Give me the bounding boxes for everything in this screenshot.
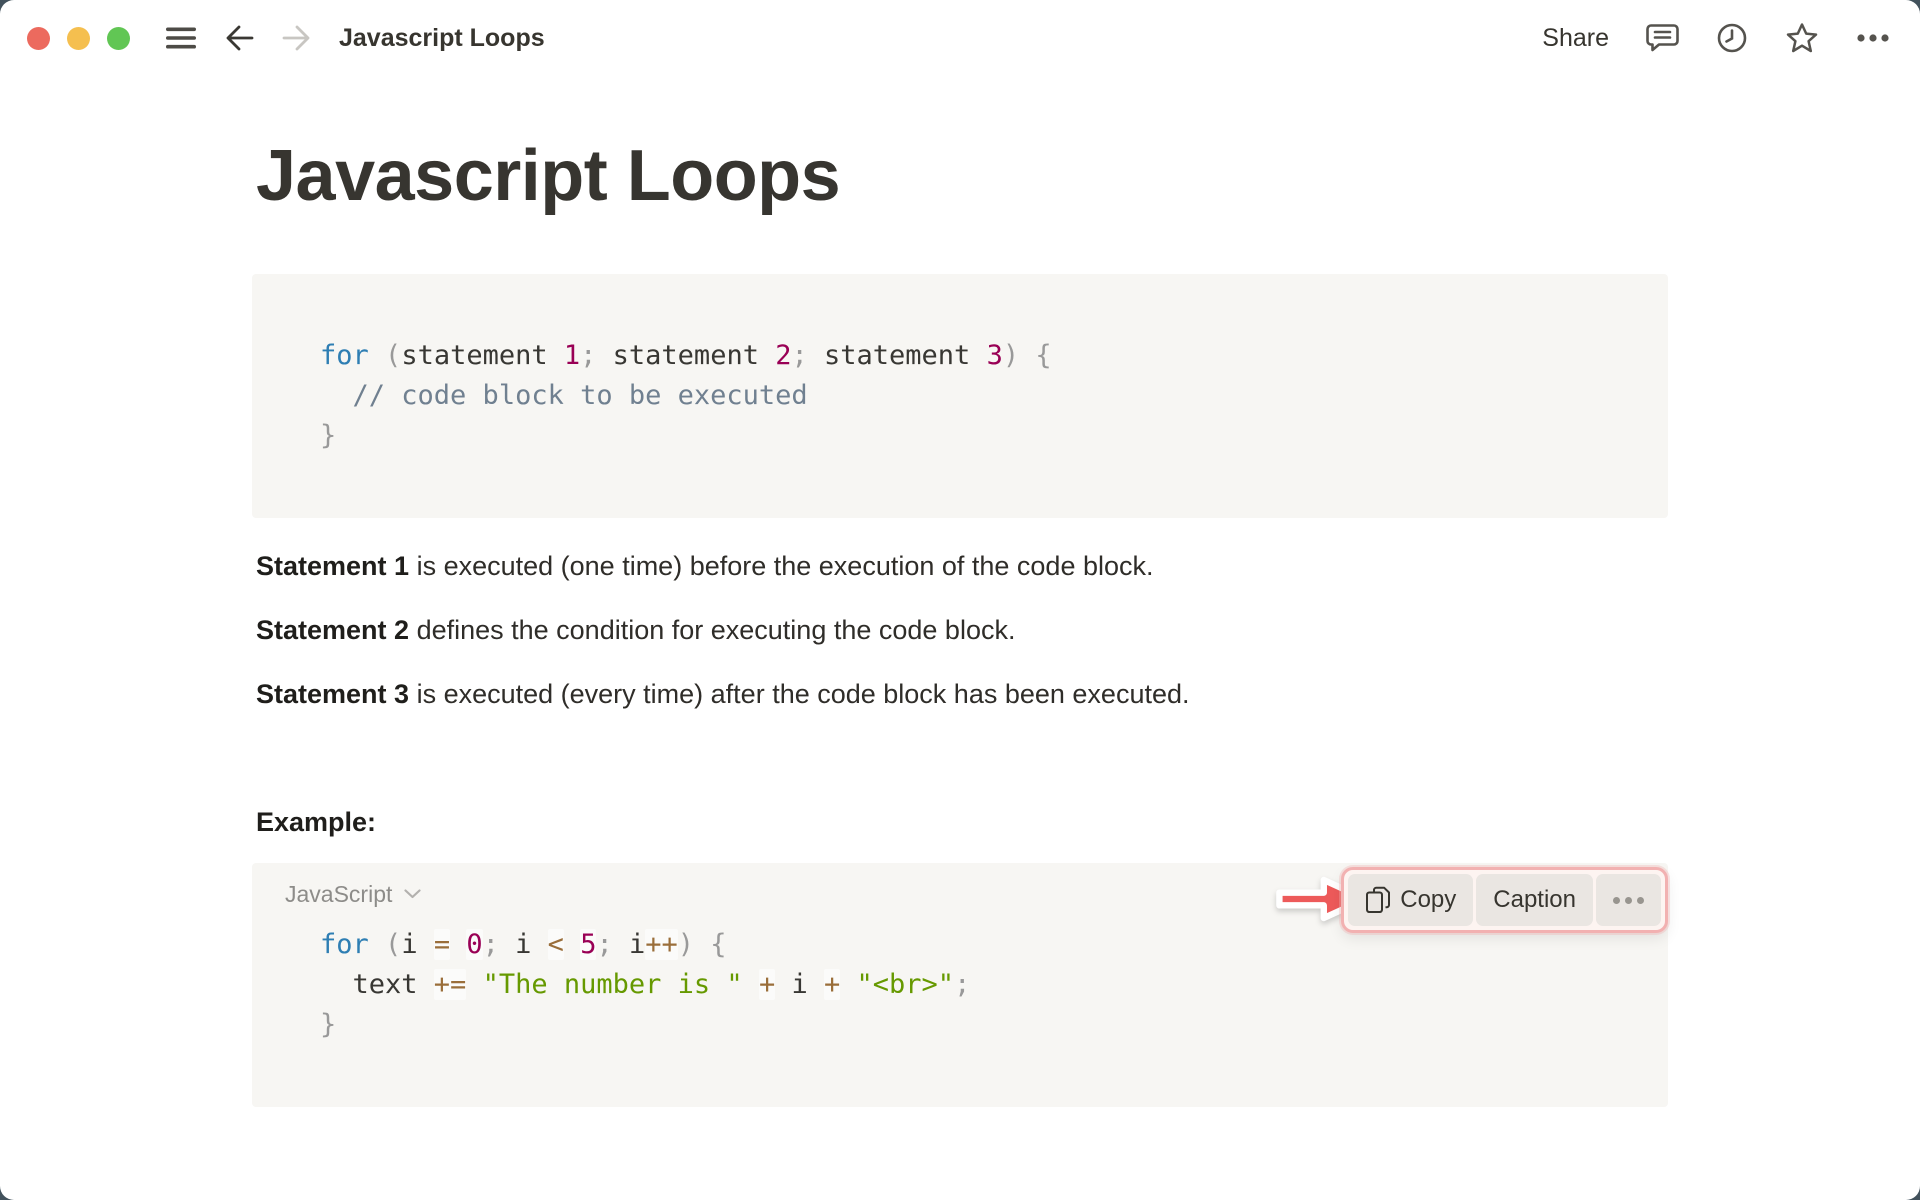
chevron-down-icon <box>404 889 421 899</box>
body-paragraphs: Statement 1 is executed (one time) befor… <box>252 550 1668 711</box>
paragraph-statement-3: Statement 3 is executed (every time) aft… <box>256 678 1668 711</box>
titlebar-actions: Share <box>1542 22 1890 54</box>
code-text: for (i = 0; i < 5; i++) { text += "The n… <box>252 909 1668 1107</box>
clock-icon <box>1716 22 1748 54</box>
copy-icon <box>1365 886 1391 914</box>
paragraph-text: is executed (every time) after the code … <box>409 679 1189 709</box>
forward-button[interactable] <box>281 23 313 53</box>
minimize-button[interactable] <box>67 27 90 50</box>
caption-label: Caption <box>1493 886 1576 914</box>
star-icon <box>1785 22 1819 54</box>
app-window: Javascript Loops Share <box>0 0 1920 1200</box>
toolbar-highlight-box: Copy Caption <box>1341 867 1668 933</box>
example-heading: Example: <box>256 806 1668 839</box>
paragraph-text: defines the condition for executing the … <box>409 615 1015 645</box>
arrow-left-icon <box>223 23 255 53</box>
example-code-block[interactable]: JavaScript for (i = 0; i < 5; i++) { tex… <box>252 863 1668 1107</box>
caption-button[interactable]: Caption <box>1476 874 1593 926</box>
language-label: JavaScript <box>285 879 392 909</box>
more-options-button[interactable] <box>1856 33 1890 43</box>
back-button[interactable] <box>223 23 255 53</box>
bold-term: Statement 3 <box>256 679 409 709</box>
arrow-right-icon <box>281 23 313 53</box>
share-button[interactable]: Share <box>1542 24 1609 53</box>
page-title: Javascript Loops <box>256 138 1668 214</box>
copy-button[interactable]: Copy <box>1348 874 1473 926</box>
bold-term: Statement 2 <box>256 615 409 645</box>
comments-button[interactable] <box>1646 22 1679 54</box>
code-text: for (statement 1; statement 2; statement… <box>252 274 1668 518</box>
ellipsis-icon <box>1856 33 1890 43</box>
desktop-backdrop: { "colors": { "backdrop": "#42525c", "co… <box>0 0 1920 1200</box>
window-controls <box>27 27 130 50</box>
toolbar-more-button[interactable] <box>1596 874 1661 926</box>
paragraph-statement-2: Statement 2 defines the condition for ex… <box>256 614 1668 647</box>
copy-label: Copy <box>1400 886 1456 914</box>
language-dropdown[interactable]: JavaScript <box>285 879 421 909</box>
syntax-code-block[interactable]: for (statement 1; statement 2; statement… <box>252 274 1668 518</box>
paragraph-statement-1: Statement 1 is executed (one time) befor… <box>256 550 1668 583</box>
breadcrumb-title[interactable]: Javascript Loops <box>339 24 545 53</box>
bold-term: Statement 1 <box>256 551 409 581</box>
sidebar-menu-button[interactable] <box>165 25 197 51</box>
titlebar: Javascript Loops Share <box>0 0 1920 76</box>
hamburger-icon <box>165 25 197 51</box>
favorite-button[interactable] <box>1785 22 1819 54</box>
ellipsis-icon <box>1613 897 1644 904</box>
history-button[interactable] <box>1716 22 1748 54</box>
close-button[interactable] <box>27 27 50 50</box>
comment-icon <box>1646 22 1679 54</box>
paragraph-text: is executed (one time) before the execut… <box>409 551 1153 581</box>
page-content: Javascript Loops for (statement 1; state… <box>252 138 1668 1107</box>
fullscreen-button[interactable] <box>107 27 130 50</box>
